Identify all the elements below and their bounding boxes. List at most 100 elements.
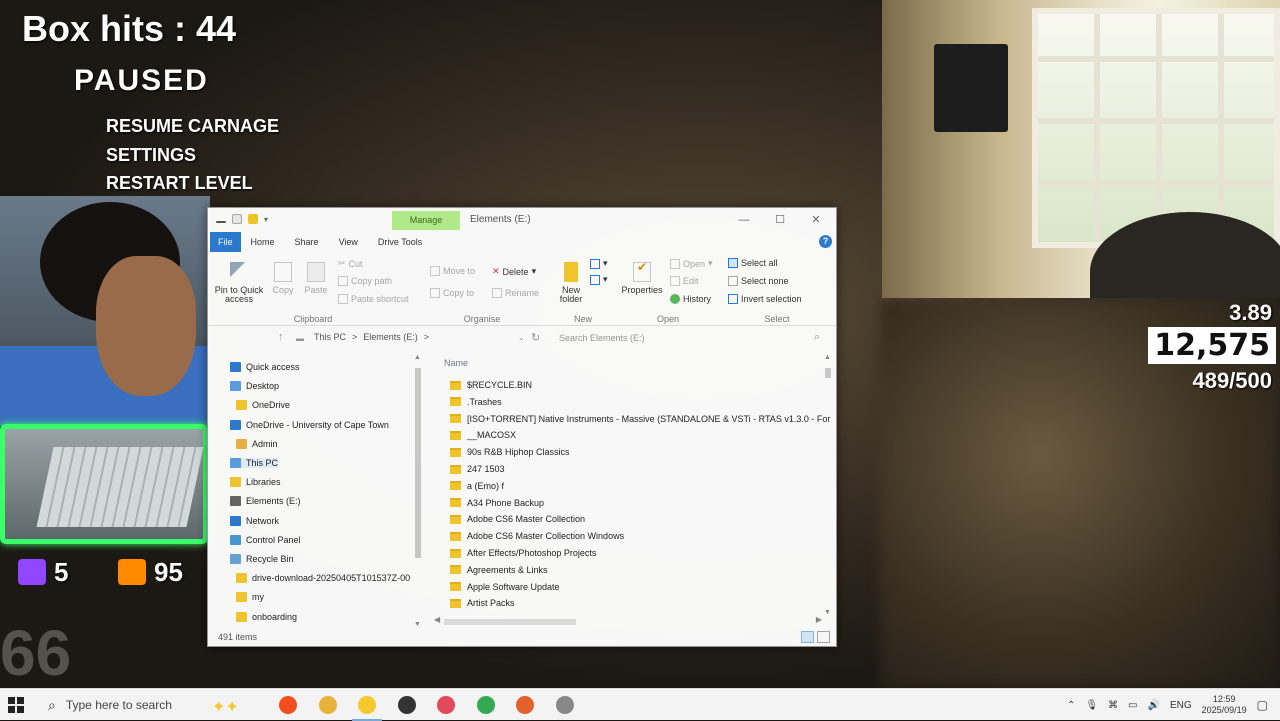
open-button[interactable]: Open ▾ bbox=[670, 258, 713, 269]
rename-button[interactable]: Rename bbox=[492, 288, 539, 298]
history-button[interactable]: History bbox=[670, 294, 711, 304]
file-row[interactable]: __MACOSX bbox=[450, 430, 516, 440]
file-row[interactable]: $RECYCLE.BIN bbox=[450, 380, 532, 390]
office-icon[interactable] bbox=[516, 696, 534, 714]
move-to-button[interactable]: Move to bbox=[430, 266, 475, 276]
tab-file[interactable]: File bbox=[210, 232, 241, 252]
file-row[interactable]: Adobe CS6 Master Collection bbox=[450, 514, 585, 524]
minus-icon[interactable] bbox=[216, 221, 226, 223]
refresh-icon[interactable]: ↻ bbox=[531, 331, 540, 344]
large-icons-view-button[interactable] bbox=[817, 631, 830, 643]
invert-selection-button[interactable]: Invert selection bbox=[728, 294, 802, 304]
delete-button[interactable]: ✕ Delete ▾ bbox=[492, 266, 536, 277]
paste-button[interactable]: Paste bbox=[302, 262, 330, 295]
nav-item[interactable]: OneDrive - University of Cape Town bbox=[230, 419, 389, 430]
search-input[interactable]: Search Elements (E:) bbox=[551, 330, 823, 346]
file-scrollbar[interactable]: ▲ ▼ bbox=[824, 354, 832, 616]
sparkle-icon[interactable]: ✦✦ bbox=[212, 697, 239, 717]
nav-item[interactable]: Control Panel bbox=[230, 534, 301, 545]
file-row[interactable]: Artist Packs bbox=[450, 598, 515, 608]
nav-item[interactable]: Elements (E:) bbox=[230, 496, 301, 507]
file-explorer-icon[interactable] bbox=[352, 696, 382, 721]
copy-to-button[interactable]: Copy to bbox=[430, 288, 474, 298]
up-arrow-icon[interactable]: ↑ bbox=[278, 331, 284, 343]
file-row[interactable]: Apple Software Update bbox=[450, 582, 560, 592]
new-folder-button[interactable]: New folder bbox=[556, 262, 586, 304]
horizontal-scrollbar[interactable]: ◀ ▶ bbox=[434, 615, 822, 626]
tab-drive-tools[interactable]: Drive Tools bbox=[368, 232, 432, 252]
volume-icon[interactable]: 🔊 bbox=[1147, 700, 1159, 711]
cut-button[interactable]: ✂ Cut bbox=[338, 258, 363, 269]
paste-shortcut-button[interactable]: Paste shortcut bbox=[338, 294, 409, 304]
new-folder-qa-icon[interactable] bbox=[248, 214, 258, 224]
snipping-icon[interactable] bbox=[437, 696, 455, 714]
edit-button[interactable]: Edit bbox=[670, 276, 699, 286]
nav-item[interactable]: onboarding bbox=[236, 611, 297, 622]
chrome-2-icon[interactable] bbox=[476, 696, 495, 714]
file-row[interactable]: 247 1503 bbox=[450, 464, 505, 474]
file-row[interactable]: Agreements & Links bbox=[450, 565, 548, 575]
nav-item[interactable]: Recycle Bin bbox=[230, 554, 294, 564]
breadcrumb-this-pc[interactable]: This PC bbox=[314, 332, 346, 342]
breadcrumb-elements[interactable]: Elements (E:) bbox=[363, 332, 418, 342]
app-gray-icon[interactable] bbox=[555, 696, 574, 714]
title-bar[interactable]: ▾ Manage Elements (E:) — ☐ ✕ bbox=[208, 208, 836, 232]
nav-item[interactable]: Network bbox=[230, 515, 279, 526]
nav-item[interactable]: This PC bbox=[230, 458, 279, 468]
easy-access-button[interactable]: ▾ bbox=[590, 274, 608, 285]
easy-access-icon bbox=[590, 274, 600, 285]
help-button[interactable]: ? bbox=[819, 235, 832, 248]
maximize-button[interactable]: ☐ bbox=[764, 211, 796, 229]
copy-button[interactable]: Copy bbox=[270, 262, 296, 295]
select-none-button[interactable]: Select none bbox=[728, 276, 789, 286]
restart-menu-item[interactable]: RESTART LEVEL bbox=[106, 173, 253, 194]
clock[interactable]: 12:59 2025/09/19 bbox=[1202, 694, 1247, 716]
windows-start-icon[interactable] bbox=[8, 697, 24, 713]
settings-menu-item[interactable]: SETTINGS bbox=[106, 145, 196, 166]
resume-menu-item[interactable]: RESUME CARNAGE bbox=[106, 116, 279, 137]
qa-dropdown-icon[interactable]: ▾ bbox=[264, 215, 268, 224]
properties-button[interactable]: ✔ Properties bbox=[620, 261, 664, 295]
file-row[interactable]: A34 Phone Backup bbox=[450, 498, 544, 508]
select-all-button[interactable]: Select all bbox=[728, 258, 778, 268]
chevron-up-icon[interactable]: ⌃ bbox=[1067, 700, 1075, 711]
network-icon[interactable]: ⌘ bbox=[1108, 700, 1118, 711]
tab-share[interactable]: Share bbox=[285, 232, 329, 252]
details-view-button[interactable] bbox=[801, 631, 814, 643]
tab-home[interactable]: Home bbox=[241, 232, 285, 252]
taskbar-search[interactable]: ⌕ Type here to search bbox=[40, 689, 232, 721]
microphone-icon[interactable]: 🎙 bbox=[1085, 700, 1098, 711]
file-row[interactable]: [ISO+TORRENT] Native Instruments - Massi… bbox=[450, 414, 830, 424]
manage-tab[interactable]: Manage bbox=[392, 211, 460, 230]
close-button[interactable]: ✕ bbox=[800, 211, 832, 229]
nav-item[interactable]: my bbox=[236, 592, 264, 603]
file-row[interactable]: .Trashes bbox=[450, 397, 502, 407]
column-header-name[interactable]: Name bbox=[444, 358, 468, 368]
nav-item[interactable]: Libraries bbox=[230, 477, 281, 488]
new-item-button[interactable]: ▾ bbox=[590, 258, 608, 269]
notifications-icon[interactable]: ▢ bbox=[1257, 698, 1268, 712]
file-explorer-window[interactable]: ▾ Manage Elements (E:) — ☐ ✕ File Home S… bbox=[207, 207, 837, 647]
nav-item[interactable]: drive-download-20250405T101537Z-00 bbox=[236, 573, 410, 584]
nav-scrollbar[interactable]: ▲ ▼ bbox=[414, 354, 422, 628]
breadcrumb[interactable]: This PC > Elements (E:) > bbox=[314, 332, 429, 342]
pin-quick-access-button[interactable]: Pin to Quick access bbox=[214, 262, 264, 304]
copy-path-button[interactable]: Copy path bbox=[338, 276, 392, 286]
figma-icon[interactable] bbox=[279, 696, 297, 714]
properties-qa-icon[interactable] bbox=[232, 214, 242, 224]
nav-item[interactable]: OneDrive bbox=[236, 400, 290, 411]
nav-item[interactable]: Desktop bbox=[230, 381, 279, 392]
language-indicator[interactable]: ENG bbox=[1170, 700, 1192, 711]
file-row[interactable]: After Effects/Photoshop Projects bbox=[450, 548, 596, 558]
display-icon[interactable]: ▭ bbox=[1128, 700, 1137, 711]
nav-item[interactable]: Quick access bbox=[230, 362, 300, 372]
file-row[interactable]: 90s R&B Hiphop Classics bbox=[450, 447, 570, 457]
file-row[interactable]: Adobe CS6 Master Collection Windows bbox=[450, 531, 624, 541]
file-row[interactable]: a (Emo) f bbox=[450, 481, 504, 491]
minimize-button[interactable]: — bbox=[728, 211, 760, 229]
nav-item[interactable]: Admin bbox=[236, 438, 278, 449]
obs-icon[interactable] bbox=[397, 696, 416, 714]
address-dropdown-icon[interactable]: ⌄ bbox=[518, 333, 525, 342]
tab-view[interactable]: View bbox=[329, 232, 368, 252]
chrome-icon[interactable] bbox=[318, 696, 337, 714]
